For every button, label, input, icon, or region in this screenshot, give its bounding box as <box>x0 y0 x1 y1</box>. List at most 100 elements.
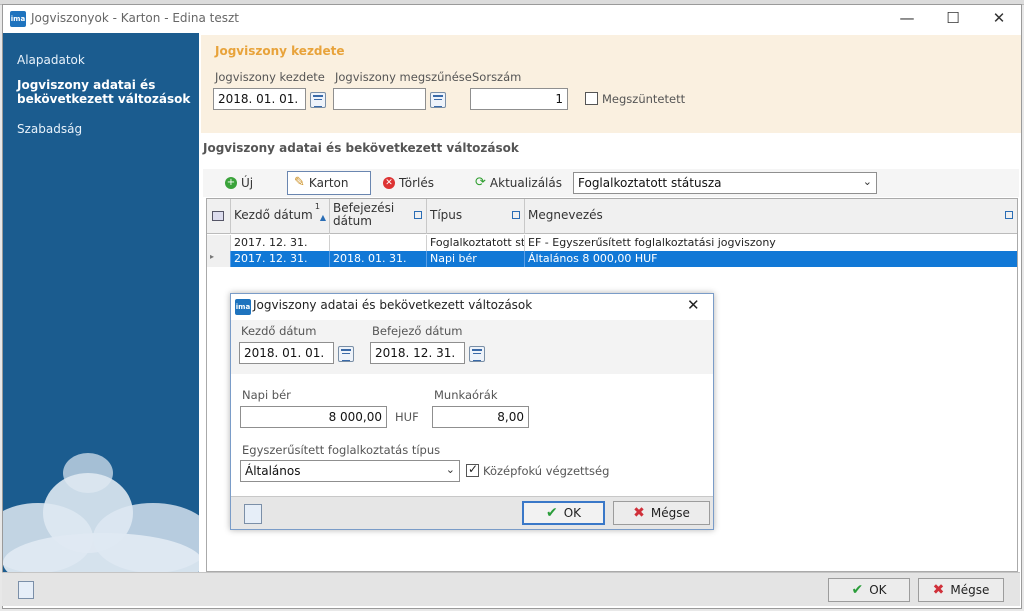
employment-type-label: Egyszerűsített foglalkoztatás típus <box>242 443 441 457</box>
calendar-icon[interactable] <box>338 346 354 362</box>
filter-icon <box>512 211 520 219</box>
sidebar-item-employment-changes[interactable]: Jogviszony adatai és bekövetkezett válto… <box>17 78 192 106</box>
title-bar: ima Jogviszonyok - Karton - Edina teszt … <box>3 5 1021 33</box>
sidebar-item-basic-data[interactable]: Alapadatok <box>17 53 85 67</box>
column-header-type-label: Típus <box>430 208 463 222</box>
table-row[interactable]: 2017. 12. 31. Foglalkoztatott státusza E… <box>207 235 1017 251</box>
dialog-cancel-label: Mégse <box>650 506 690 520</box>
dialog-ok-label: OK <box>563 506 582 520</box>
sidebar: Alapadatok Jogviszony adatai és bekövetk… <box>3 33 199 577</box>
filter-icon <box>1005 211 1013 219</box>
secondary-education-checkbox[interactable]: ✓ <box>466 462 479 477</box>
refresh-icon: ⟳ <box>475 175 486 190</box>
employment-type-value: Általános <box>245 464 301 478</box>
grid-toolbar: + Új ✎ Karton ✕ Törlés ⟳ Aktualizálás Fo… <box>203 169 1019 197</box>
end-date-label: Befejező dátum <box>372 324 463 338</box>
column-header-type[interactable]: Típus <box>427 199 525 234</box>
end-label: Jogviszony megszűnése <box>335 70 472 84</box>
dialog-cancel-button[interactable]: ✖ Mégse <box>613 501 710 525</box>
cell-end <box>330 235 427 251</box>
row-indicator <box>207 235 231 251</box>
refresh-label: Aktualizálás <box>489 176 562 190</box>
cancel-button[interactable]: ✖ Mégse <box>918 578 1004 602</box>
end-date-field[interactable] <box>333 88 426 110</box>
cell-end: 2018. 01. 31. <box>330 251 427 267</box>
close-icon[interactable]: ✕ <box>687 296 700 314</box>
start-date-field[interactable]: 2018. 01. 01. <box>239 342 334 364</box>
wage-label: Napi bér <box>242 388 291 402</box>
dialog-ok-button[interactable]: ✔ OK <box>522 501 605 525</box>
serial-field[interactable]: 1 <box>470 88 568 110</box>
grid-header: Kezdő dátum 1 ▲ Befejezési dátum Típus M… <box>207 199 1017 234</box>
bottom-bar: ✔ OK ✖ Mégse <box>2 572 1020 606</box>
checkmark-icon: ✔ <box>545 505 558 521</box>
cell-start: 2017. 12. 31. <box>231 235 330 251</box>
calendar-icon[interactable] <box>430 92 446 108</box>
end-date-field[interactable]: 2018. 12. 31. <box>370 342 465 364</box>
section-title: Jogviszony kezdete <box>215 44 345 58</box>
chevron-down-icon: ⌄ <box>445 463 455 476</box>
delete-button[interactable]: ✕ Törlés <box>377 171 440 195</box>
currency-label: HUF <box>395 410 419 424</box>
window-title: Jogviszonyok - Karton - Edina teszt <box>31 11 239 25</box>
notes-icon[interactable] <box>18 581 34 599</box>
cell-name: Általános 8 000,00 HUF <box>528 252 658 265</box>
column-header-name-label: Megnevezés <box>528 208 603 222</box>
cell-type: Napi bér <box>427 251 525 267</box>
cell-type: Foglalkoztatott státusza <box>427 235 525 251</box>
pencil-icon: ✎ <box>294 175 305 190</box>
start-date-field[interactable]: 2018. 01. 01. <box>213 88 306 110</box>
delete-icon: ✕ <box>383 177 395 189</box>
new-button[interactable]: + Új <box>219 171 259 195</box>
secondary-education-label: Középfokú végzettség <box>483 464 610 478</box>
calendar-icon[interactable] <box>469 346 485 362</box>
filter-value: Foglalkoztatott státusza <box>578 176 722 190</box>
new-label: Új <box>241 176 254 190</box>
calendar-icon[interactable] <box>310 92 326 108</box>
app-icon: ima <box>10 11 26 27</box>
refresh-button[interactable]: ⟳ Aktualizálás <box>469 171 568 195</box>
card-label: Karton <box>308 176 349 190</box>
column-chooser-icon[interactable] <box>207 199 231 234</box>
row-pointer-icon: ▸ <box>207 251 231 267</box>
delete-label: Törlés <box>399 176 435 190</box>
column-header-start[interactable]: Kezdő dátum 1 ▲ <box>231 199 330 234</box>
chevron-down-icon: ⌄ <box>862 175 872 188</box>
minimize-button[interactable]: — <box>885 5 929 33</box>
cancel-label: Mégse <box>950 583 990 597</box>
checkmark-icon: ✔ <box>851 582 864 598</box>
column-header-end-label: Befejezési dátum <box>333 201 395 228</box>
cell-start: 2017. 12. 31. <box>231 251 330 267</box>
terminated-checkbox[interactable] <box>585 92 598 105</box>
sidebar-item-leave[interactable]: Szabadság <box>17 122 82 136</box>
close-button[interactable]: ✕ <box>977 5 1021 33</box>
dialog-footer: ✔ OK ✖ Mégse <box>231 496 713 529</box>
notes-icon[interactable] <box>244 504 262 524</box>
serial-label: Sorszám <box>472 70 522 84</box>
filter-dropdown[interactable]: Foglalkoztatott státusza ⌄ <box>573 172 877 194</box>
cell-name: EF - Egyszerűsített foglalkoztatási jogv… <box>528 236 776 249</box>
edit-dialog: ima Jogviszony adatai és bekövetkezett v… <box>230 293 714 530</box>
cross-icon: ✖ <box>633 505 645 521</box>
column-header-name[interactable]: Megnevezés <box>525 199 1017 234</box>
table-row-selected[interactable]: ▸ 2017. 12. 31. 2018. 01. 31. Napi bér Á… <box>207 251 1017 267</box>
column-header-end[interactable]: Befejezési dátum <box>330 199 427 234</box>
app-icon: ima <box>235 299 251 315</box>
start-label: Jogviszony kezdete <box>215 70 325 84</box>
ok-label: OK <box>869 583 887 597</box>
card-button[interactable]: ✎ Karton <box>287 171 371 195</box>
plus-icon: + <box>225 177 237 189</box>
date-section: Kezdő dátum 2018. 01. 01. Befejező dátum… <box>231 320 713 374</box>
checkmark-icon: ✓ <box>468 462 479 476</box>
wage-field[interactable]: 8 000,00 <box>240 406 387 428</box>
dialog-title: Jogviszony adatai és bekövetkezett válto… <box>253 298 533 312</box>
hours-field[interactable]: 8,00 <box>432 406 529 428</box>
start-date-label: Kezdő dátum <box>241 324 317 338</box>
ok-button[interactable]: ✔ OK <box>828 578 910 602</box>
maximize-button[interactable]: ☐ <box>931 5 975 33</box>
employment-start-section: Jogviszony kezdete Jogviszony kezdete 20… <box>201 35 1021 133</box>
employment-type-dropdown[interactable]: Általános ⌄ <box>240 460 460 482</box>
terminated-label: Megszüntetett <box>602 92 686 106</box>
sort-asc-icon: ▲ <box>319 213 326 222</box>
hours-label: Munkaórák <box>434 388 498 402</box>
